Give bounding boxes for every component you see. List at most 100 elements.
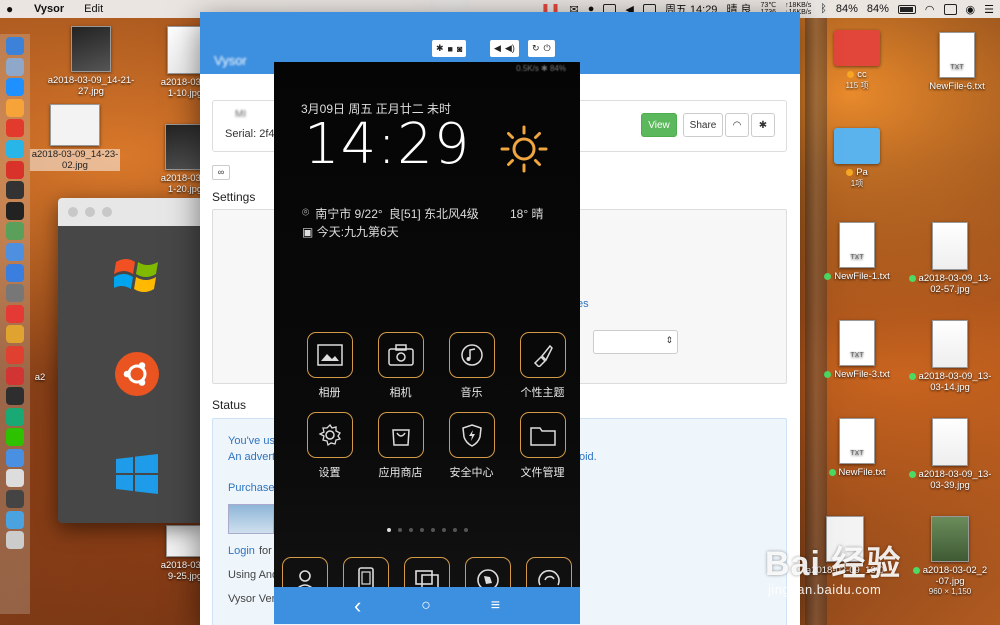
menu-edit[interactable]: Edit (84, 3, 103, 15)
app-store[interactable]: 应用商店 (365, 412, 436, 480)
link-button[interactable]: ∞ (212, 165, 230, 180)
rotate-icon[interactable]: ↻ (532, 43, 540, 54)
app-icon[interactable] (6, 490, 24, 509)
app-themes[interactable]: 个性主题 (507, 332, 578, 400)
phone-screen[interactable]: 0.5K/s ✱ 84% 3月09日 周五 正月廿二 未时 14:29 ⌾ 南宁… (274, 62, 580, 603)
desktop-folder[interactable]: cc 115 项 (812, 30, 902, 91)
app-security[interactable]: 安全中心 (436, 412, 507, 480)
page-dot[interactable] (463, 528, 468, 532)
phone-nav-bar: ‹ ○ ≡ (274, 587, 580, 624)
folder-icon (834, 128, 880, 164)
login-link[interactable]: Login (228, 545, 255, 557)
nav-menu-button[interactable]: ≡ (491, 597, 500, 615)
page-dot[interactable] (419, 528, 424, 532)
desktop-file[interactable]: a2018-03-09_14-23-02.jpg (30, 104, 120, 171)
windows-xp-logo-icon[interactable] (112, 254, 160, 298)
desktop-file[interactable]: a2018-03-09_14-21-27.jpg (46, 26, 136, 97)
page-dot[interactable] (441, 528, 446, 532)
app-icon[interactable] (6, 98, 24, 117)
bluetooth-icon[interactable]: ᛒ (820, 3, 827, 15)
launchpad-icon[interactable] (6, 57, 24, 76)
txt-file-icon (839, 320, 875, 366)
page-dot[interactable] (452, 528, 457, 532)
folder-icon[interactable] (6, 510, 24, 529)
terminal-icon[interactable] (6, 201, 24, 220)
finder-icon[interactable] (6, 37, 24, 55)
volume-up-icon[interactable]: ◀) (505, 43, 515, 54)
desktop-file[interactable]: NewFile.txt (812, 418, 902, 478)
settings-icon[interactable] (6, 284, 24, 303)
record-icon[interactable]: ■ (448, 44, 453, 54)
desktop-file[interactable]: a2018-03-09_13-03-14.jpg (905, 320, 995, 393)
app-s-icon[interactable] (943, 3, 957, 15)
wifi-icon[interactable]: ◠ (925, 3, 935, 16)
camera-icon[interactable]: ◙ (457, 44, 462, 54)
volume-down-icon[interactable]: ◀ (494, 43, 501, 54)
purchase-banner-image[interactable] (228, 504, 274, 534)
tag-dot (828, 468, 836, 476)
zoom-button[interactable] (102, 207, 112, 217)
nav-home-button[interactable]: ○ (421, 597, 431, 615)
desktop-file[interactable]: a2 (20, 372, 60, 383)
page-dot[interactable] (408, 528, 413, 532)
app-icon[interactable] (6, 119, 24, 138)
view-button[interactable]: View (641, 113, 677, 137)
vm-titlebar[interactable] (58, 198, 203, 226)
app-camera[interactable]: 相机 (365, 332, 436, 400)
battery-icon[interactable] (897, 4, 916, 14)
nav-back-button[interactable]: ‹ (354, 593, 361, 619)
device-settings-button[interactable]: ✱ (751, 113, 775, 137)
app-icon[interactable] (6, 139, 24, 158)
desktop-file[interactable]: NewFile-3.txt (812, 320, 902, 380)
page-dot[interactable] (397, 528, 402, 532)
share-button[interactable]: Share (683, 113, 723, 137)
app-file-manager[interactable]: 文件管理 (507, 412, 578, 480)
weibo-icon[interactable] (6, 345, 24, 364)
app-store-icon[interactable] (6, 263, 24, 282)
app-gallery[interactable]: 相册 (294, 332, 365, 400)
app-icon[interactable] (6, 407, 24, 426)
app-icon[interactable] (6, 242, 24, 261)
purchase-link[interactable]: Purchase (228, 482, 274, 494)
trash-icon[interactable] (6, 531, 24, 550)
desktop-file[interactable]: a2018-03-09_13-03-39.jpg (905, 418, 995, 491)
battery-percent-1[interactable]: 84% (836, 3, 858, 15)
app-icon[interactable] (6, 448, 24, 467)
battery-percent-2[interactable]: 84% (867, 3, 889, 15)
wifi-button[interactable]: ◠ (725, 113, 749, 137)
vm-window[interactable] (58, 198, 203, 523)
chrome-icon[interactable] (6, 325, 24, 344)
app-icon[interactable] (6, 469, 24, 488)
app-icon[interactable] (6, 160, 24, 179)
app-settings[interactable]: 设置 (294, 412, 365, 480)
user-icon[interactable]: ◉ (966, 3, 976, 16)
ubuntu-logo-icon[interactable] (115, 352, 159, 396)
safari-icon[interactable] (6, 78, 24, 97)
app-music[interactable]: 音乐 (436, 332, 507, 400)
app-icon[interactable] (6, 181, 24, 200)
windows-10-logo-icon[interactable] (116, 454, 158, 494)
phone-mirror-window[interactable]: ✱ ■ ◙ ◀ ◀) ↻ ⏻ 0.5K/s ✱ 84% 3月09日 周五 正月廿… (274, 36, 580, 624)
page-dot[interactable] (386, 528, 391, 532)
phone-toolbar-group-1: ✱ ■ ◙ (432, 40, 467, 57)
app-icon[interactable] (6, 222, 24, 241)
menu-app-name[interactable]: Vysor (34, 3, 64, 15)
power-icon[interactable]: ⏻ (544, 43, 551, 54)
minimize-button[interactable] (85, 207, 95, 217)
file-name: NewFile-1.txt (834, 271, 890, 282)
desktop-file[interactable]: NewFile-6.txt (912, 32, 1000, 92)
desktop-file[interactable]: a2018-03-02_2 -07.jpg 960 × 1,150 (905, 516, 995, 596)
desktop-file[interactable]: NewFile-1.txt (812, 222, 902, 282)
settings-icon[interactable]: ✱ (436, 43, 444, 54)
apple-icon[interactable]: ● (6, 2, 20, 16)
page-dot[interactable] (430, 528, 435, 532)
menu-list-icon[interactable]: ☰ (984, 3, 994, 16)
app-icon[interactable] (6, 387, 24, 406)
settings-select[interactable]: ⇕ (593, 330, 678, 354)
wechat-icon[interactable] (6, 428, 24, 447)
yandex-icon[interactable] (6, 304, 24, 323)
desktop-folder[interactable]: Pa 1项 (812, 128, 902, 189)
close-button[interactable] (68, 207, 78, 217)
device-serial: Serial: 2f4 (225, 128, 275, 140)
desktop-file[interactable]: a2018-03-09_13-02-57.jpg (905, 222, 995, 295)
